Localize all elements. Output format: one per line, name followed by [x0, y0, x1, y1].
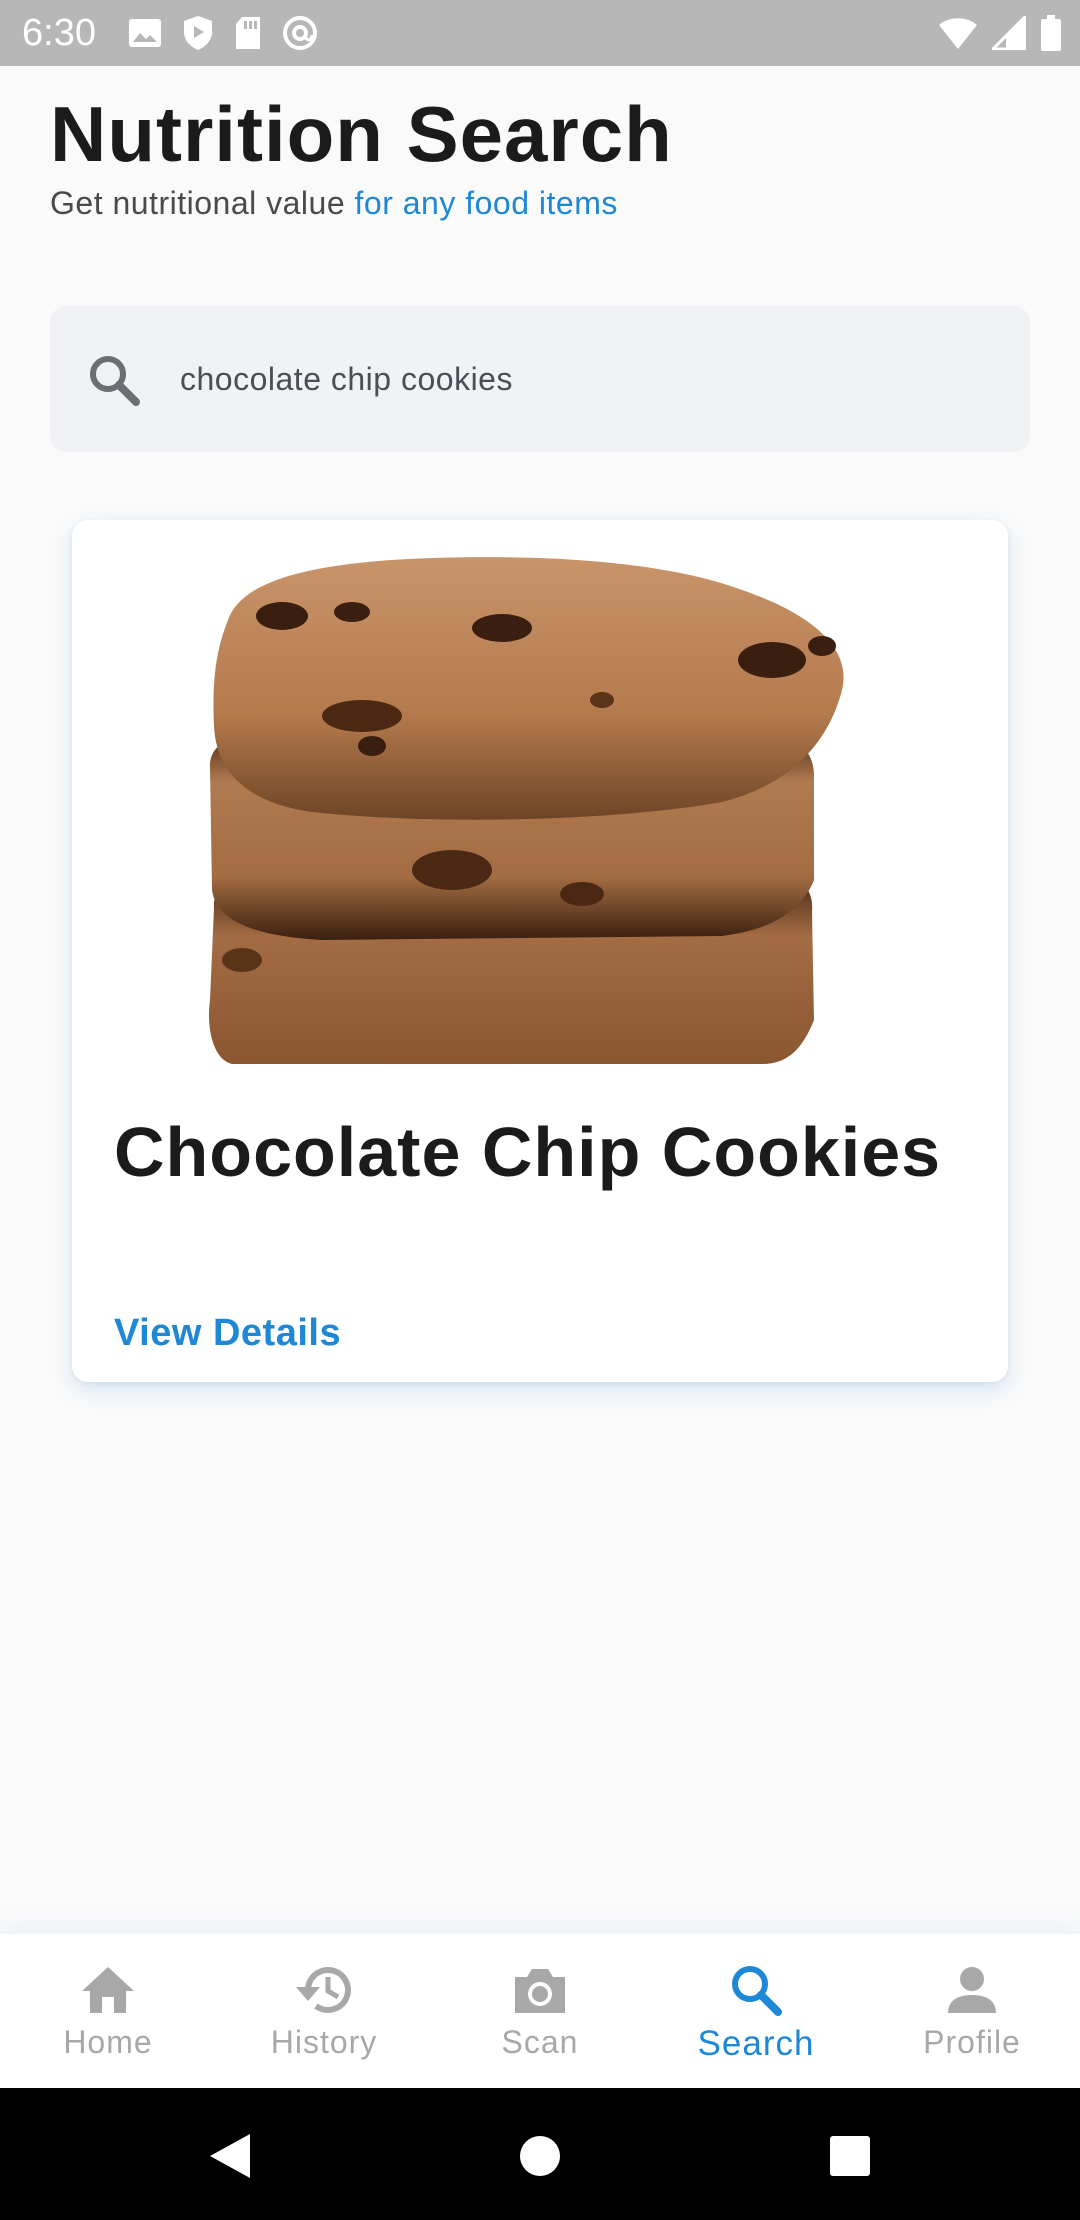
search-box[interactable]: [50, 306, 1030, 452]
nav-label-home: Home: [63, 2024, 153, 2060]
nav-item-history[interactable]: History: [216, 1934, 432, 2088]
status-right-icons: [938, 14, 1062, 52]
sd-card-icon: [234, 16, 262, 50]
nav-label-history: History: [270, 2024, 378, 2060]
camera-icon: [510, 1960, 570, 2020]
food-image: [202, 550, 872, 1064]
shield-icon: [182, 15, 214, 51]
nav-item-home[interactable]: Home: [0, 1934, 216, 2088]
system-nav-bar: [0, 2088, 1080, 2220]
status-bar: 6:30: [0, 0, 1080, 66]
nav-item-search[interactable]: Search: [648, 1934, 864, 2088]
nav-label-profile: Profile: [923, 2024, 1021, 2060]
bottom-nav: Home History Scan Search Profile: [0, 1934, 1080, 2088]
wifi-icon: [938, 16, 978, 50]
search-input[interactable]: [180, 346, 980, 412]
status-time: 6:30: [22, 12, 96, 54]
home-icon: [78, 1960, 138, 2020]
food-result-card[interactable]: Chocolate Chip Cookies View Details: [72, 520, 1008, 1382]
page-subtitle: Get nutritional value for any food items: [50, 182, 618, 224]
status-left-icons: [128, 14, 318, 52]
search-icon: [726, 1960, 786, 2020]
nav-item-profile[interactable]: Profile: [864, 1934, 1080, 2088]
history-icon: [294, 1960, 354, 2020]
nav-label-scan: Scan: [501, 2024, 579, 2060]
home-circle-icon[interactable]: [510, 2126, 570, 2186]
food-name: Chocolate Chip Cookies: [114, 1113, 942, 1191]
cell-signal-icon: [992, 16, 1026, 50]
subtitle-accent-text: for any food items: [354, 185, 618, 221]
search-icon: [86, 352, 142, 408]
back-icon[interactable]: [200, 2126, 260, 2186]
recents-icon[interactable]: [820, 2126, 880, 2186]
at-sign-icon: [282, 15, 318, 51]
nav-label-search: Search: [697, 2024, 815, 2063]
view-details-link[interactable]: View Details: [114, 1312, 341, 1355]
image-icon: [128, 18, 162, 48]
person-icon: [942, 1960, 1002, 2020]
page-title: Nutrition Search: [50, 90, 673, 178]
nav-item-scan[interactable]: Scan: [432, 1934, 648, 2088]
subtitle-text: Get nutritional value: [50, 185, 355, 221]
battery-icon: [1040, 15, 1062, 51]
